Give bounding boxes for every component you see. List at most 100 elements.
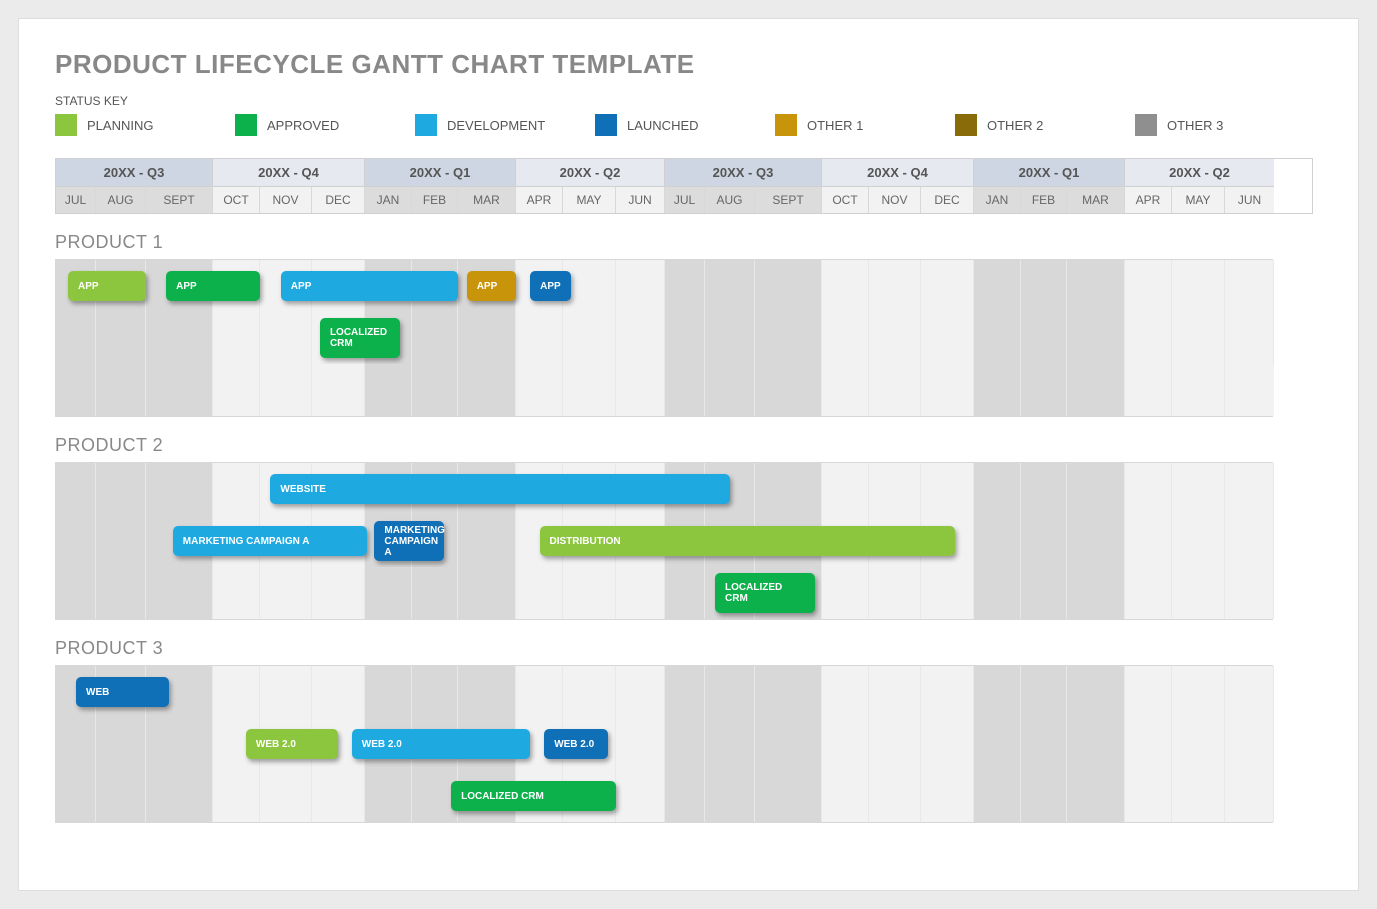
- gantt-row: [56, 364, 1272, 416]
- column-bg: [1172, 260, 1225, 312]
- column-bg: [665, 260, 705, 312]
- gantt-bar[interactable]: MARKETING CAMPAIGN A: [374, 521, 444, 561]
- gantt-bar[interactable]: LOCALIZED CRM: [451, 781, 616, 811]
- column-bg: [365, 364, 412, 416]
- product-title: PRODUCT 3: [55, 638, 1322, 659]
- column-bg: [365, 770, 412, 822]
- column-bg: [56, 312, 96, 364]
- gantt-bar[interactable]: DISTRIBUTION: [540, 526, 956, 556]
- gantt-bar[interactable]: APP: [530, 271, 571, 301]
- month-cell: APR: [1125, 186, 1172, 213]
- column-bg: [921, 718, 974, 770]
- product-title: PRODUCT 1: [55, 232, 1322, 253]
- column-bg: [869, 666, 921, 718]
- column-bg: [96, 463, 146, 515]
- column-bg: [96, 515, 146, 567]
- column-bg: [1225, 463, 1274, 515]
- column-bg: [56, 770, 96, 822]
- legend-label: APPROVED: [267, 118, 339, 133]
- legend-label: DEVELOPMENT: [447, 118, 545, 133]
- column-bg: [563, 567, 616, 619]
- column-bg: [1067, 718, 1125, 770]
- legend-label: PLANNING: [87, 118, 153, 133]
- quarter-cell: 20XX - Q4: [822, 159, 974, 186]
- column-bg: [56, 463, 96, 515]
- gantt-bar[interactable]: WEB 2.0: [544, 729, 608, 759]
- column-bg: [563, 364, 616, 416]
- column-bg: [822, 463, 869, 515]
- gantt-bar[interactable]: APP: [68, 271, 146, 301]
- column-bg: [1125, 260, 1172, 312]
- column-bg: [869, 312, 921, 364]
- column-bg: [1021, 463, 1067, 515]
- gantt-bar[interactable]: LOCALIZED CRM: [715, 573, 815, 613]
- column-bg: [96, 718, 146, 770]
- column-bg: [705, 770, 755, 822]
- gantt-bar[interactable]: APP: [467, 271, 516, 301]
- column-bg: [516, 666, 563, 718]
- month-cell: OCT: [213, 186, 260, 213]
- column-bg: [563, 666, 616, 718]
- column-bg: [1021, 364, 1067, 416]
- column-bg: [260, 770, 312, 822]
- column-bg: [869, 770, 921, 822]
- gantt-bar[interactable]: APP: [166, 271, 260, 301]
- column-bg: [665, 718, 705, 770]
- column-bg: [705, 312, 755, 364]
- gantt-bar[interactable]: LOCALIZED CRM: [320, 318, 400, 358]
- column-bg: [869, 567, 921, 619]
- column-bg: [96, 567, 146, 619]
- column-bg: [213, 312, 260, 364]
- column-bg: [1172, 515, 1225, 567]
- column-bg: [1067, 515, 1125, 567]
- month-cell: MAR: [1067, 186, 1125, 213]
- column-bg: [755, 770, 822, 822]
- column-bg: [516, 364, 563, 416]
- column-bg: [1067, 312, 1125, 364]
- month-cell: NOV: [260, 186, 312, 213]
- month-cell: AUG: [705, 186, 755, 213]
- legend-item: PLANNING: [55, 114, 235, 136]
- column-bg: [1125, 364, 1172, 416]
- column-bg: [755, 364, 822, 416]
- gantt-bar[interactable]: WEB 2.0: [352, 729, 530, 759]
- gantt-bar[interactable]: WEB: [76, 677, 169, 707]
- legend-swatch: [235, 114, 257, 136]
- column-bg: [755, 666, 822, 718]
- column-bg: [822, 364, 869, 416]
- column-bg: [921, 666, 974, 718]
- column-bg: [665, 312, 705, 364]
- column-bg: [1021, 260, 1067, 312]
- gantt-row: WEB: [56, 666, 1272, 718]
- column-bg: [665, 666, 705, 718]
- column-bg: [260, 666, 312, 718]
- column-bg: [1172, 770, 1225, 822]
- column-bg: [1172, 312, 1225, 364]
- column-bg: [146, 463, 213, 515]
- column-bg: [665, 567, 705, 619]
- column-bg: [974, 463, 1021, 515]
- gantt-bar[interactable]: APP: [281, 271, 458, 301]
- gantt-row: WEBSITE: [56, 463, 1272, 515]
- column-bg: [312, 567, 365, 619]
- column-bg: [146, 770, 213, 822]
- gantt-bar[interactable]: WEBSITE: [270, 474, 730, 504]
- gantt-bar[interactable]: WEB 2.0: [246, 729, 339, 759]
- column-bg: [616, 666, 665, 718]
- legend-label: OTHER 3: [1167, 118, 1223, 133]
- month-cell: DEC: [921, 186, 974, 213]
- column-bg: [705, 364, 755, 416]
- status-legend: PLANNINGAPPROVEDDEVELOPMENTLAUNCHEDOTHER…: [55, 114, 1322, 136]
- column-bg: [1067, 567, 1125, 619]
- quarter-cell: 20XX - Q1: [974, 159, 1125, 186]
- column-bg: [921, 364, 974, 416]
- column-bg: [146, 312, 213, 364]
- column-bg: [1067, 666, 1125, 718]
- month-cell: MAR: [458, 186, 516, 213]
- page-title: PRODUCT LIFECYCLE GANTT CHART TEMPLATE: [55, 49, 1322, 80]
- column-bg: [705, 718, 755, 770]
- gantt-bar[interactable]: MARKETING CAMPAIGN A: [173, 526, 368, 556]
- column-bg: [869, 718, 921, 770]
- column-bg: [458, 666, 516, 718]
- column-bg: [1067, 364, 1125, 416]
